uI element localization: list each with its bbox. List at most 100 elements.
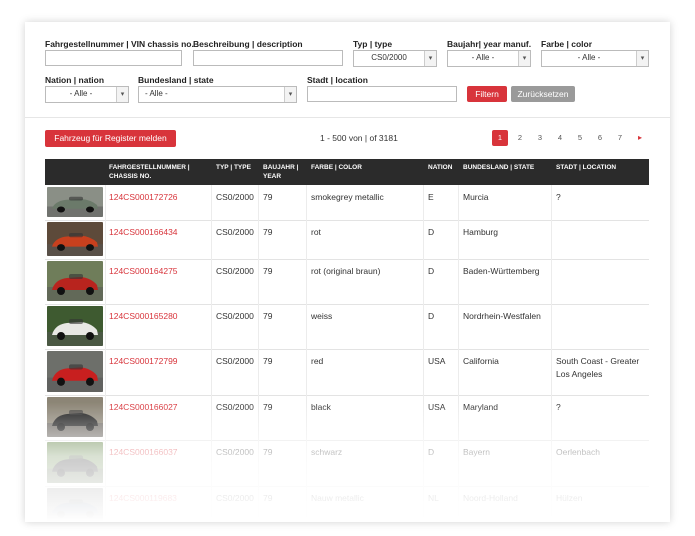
chassis-link[interactable]: 124CS000172799 [109, 355, 209, 368]
car-thumbnail[interactable] [47, 488, 103, 522]
column-divider [211, 259, 212, 304]
year-select-value: - Alle - [471, 53, 495, 62]
filter-panel: Fahrgestellnummer | VIN chassis no. Besc… [25, 22, 670, 118]
chassis-link[interactable]: 124CS000166434 [109, 226, 209, 239]
register-card: Fahrgestellnummer | VIN chassis no. Besc… [25, 22, 670, 522]
header-state[interactable]: BUNDESLAND | STATE [463, 163, 553, 172]
year-select[interactable]: - Alle - ▾ [447, 50, 531, 67]
nation-cell: USA [428, 356, 446, 366]
type-select[interactable]: CS0/2000 ▾ [353, 50, 437, 67]
register-vehicle-button[interactable]: Fahrzeug für Register melden [45, 130, 176, 147]
state-select[interactable]: - Alle - ▾ [138, 86, 297, 103]
chassis-link[interactable]: 124CS000165280 [109, 310, 209, 323]
column-divider [211, 486, 212, 522]
page-4[interactable]: 4 [552, 130, 568, 146]
nation-cell: D [428, 266, 435, 276]
page-3[interactable]: 3 [532, 130, 548, 146]
car-thumbnail[interactable] [47, 397, 103, 437]
chassis-link[interactable]: 124CS000119683 [109, 492, 209, 505]
column-divider [423, 486, 424, 522]
nation-cell: USA [428, 402, 446, 412]
header-color[interactable]: FARBE | COLOR [311, 163, 421, 172]
car-thumbnail[interactable] [47, 222, 103, 256]
table-row[interactable]: 124CS000164275 CS0/2000 79 rot (original br… [45, 259, 649, 305]
column-divider [423, 395, 424, 440]
car-thumbnail[interactable] [47, 187, 103, 217]
table-row[interactable]: 124CS000172799 CS0/2000 79 red USA California… [45, 349, 649, 396]
reset-button[interactable]: Zurücksetzen [511, 86, 575, 102]
table-row[interactable]: 124CS000172726 CS0/2000 79 smokegrey metall… [45, 185, 649, 221]
car-thumbnail[interactable] [47, 442, 103, 483]
car-thumbnail[interactable] [47, 351, 103, 392]
type-cell: CS0/2000 [216, 356, 254, 366]
column-divider [306, 259, 307, 304]
state-cell: Baden-Württemberg [463, 266, 540, 276]
page-5[interactable]: 5 [572, 130, 588, 146]
description-label: Beschreibung | description [193, 39, 303, 49]
car-icon [47, 442, 103, 483]
header-nation[interactable]: NATION [428, 163, 468, 172]
table-row[interactable]: 124CS000119683 CS0/2000 79 Nauw metallic NL N… [45, 486, 649, 522]
column-divider [105, 440, 106, 486]
car-icon [47, 351, 103, 392]
state-cell: California [463, 356, 499, 366]
car-icon [47, 261, 103, 301]
nation-label: Nation | nation [45, 75, 105, 85]
header-city[interactable]: STADT | LOCATION [556, 163, 646, 172]
city-cell: ? [556, 402, 561, 412]
state-label: Bundesland | state [138, 75, 214, 85]
color-cell: rot [311, 227, 321, 237]
city-input[interactable] [307, 86, 457, 102]
car-icon [47, 222, 103, 256]
city-cell: Hülzen [556, 493, 583, 503]
description-input[interactable] [193, 50, 343, 66]
column-divider [211, 304, 212, 349]
page-1[interactable]: 1 [492, 130, 508, 146]
column-divider [105, 220, 106, 259]
page-2[interactable]: 2 [512, 130, 528, 146]
car-icon [47, 187, 103, 217]
filter-button[interactable]: Filtern [467, 86, 507, 102]
color-select[interactable]: - Alle - ▾ [541, 50, 649, 67]
table-row[interactable]: 124CS000166027 CS0/2000 79 black USA Maryland… [45, 395, 649, 441]
column-divider [423, 185, 424, 220]
nation-select-value: - Alle - [69, 89, 93, 98]
next-page-icon[interactable]: ▸ [632, 130, 648, 146]
page-6[interactable]: 6 [592, 130, 608, 146]
chassis-link[interactable]: 124CS000166037 [109, 446, 209, 459]
city-label: Stadt | location [307, 75, 368, 85]
chevron-down-icon: ▾ [116, 87, 128, 102]
table-row[interactable]: 124CS000166434 CS0/2000 79 rot D Hamburg [45, 220, 649, 260]
column-divider [423, 440, 424, 486]
nation-select[interactable]: - Alle - ▾ [45, 86, 129, 103]
column-divider [105, 185, 106, 220]
type-cell: CS0/2000 [216, 266, 254, 276]
type-cell: CS0/2000 [216, 493, 254, 503]
city-cell: Oerlenbach [556, 447, 600, 457]
header-year[interactable]: BAUJAHR | YEAR [263, 163, 303, 181]
header-chassis[interactable]: FAHRGESTELLNUMMER | CHASSIS NO. [109, 163, 204, 181]
table-row[interactable]: 124CS000166037 CS0/2000 79 schwarz D Bayern Oe… [45, 440, 649, 487]
chassis-link[interactable]: 124CS000166027 [109, 401, 209, 414]
chassis-link[interactable]: 124CS000172726 [109, 191, 209, 204]
state-cell: Hamburg [463, 227, 498, 237]
state-select-value: - Alle - [145, 89, 168, 98]
header-type[interactable]: TYP | TYPE [216, 163, 258, 172]
vin-input[interactable] [45, 50, 182, 66]
table-row[interactable]: 124CS000165280 CS0/2000 79 weiss D Nordrhein-… [45, 304, 649, 350]
chassis-link[interactable]: 124CS000164275 [109, 265, 209, 278]
year-cell: 79 [263, 227, 273, 237]
column-divider [423, 259, 424, 304]
car-thumbnail[interactable] [47, 306, 103, 346]
state-cell: Maryland [463, 402, 498, 412]
result-count: 1 - 500 von | of 3181 [320, 133, 398, 143]
column-divider [306, 440, 307, 486]
page-7[interactable]: 7 [612, 130, 628, 146]
column-divider [105, 349, 106, 395]
state-cell: Noord-Holland [463, 493, 518, 503]
year-cell: 79 [263, 447, 273, 457]
car-thumbnail[interactable] [47, 261, 103, 301]
column-divider [306, 220, 307, 259]
column-divider [105, 395, 106, 440]
year-label: Baujahr| year manuf. [447, 39, 532, 49]
